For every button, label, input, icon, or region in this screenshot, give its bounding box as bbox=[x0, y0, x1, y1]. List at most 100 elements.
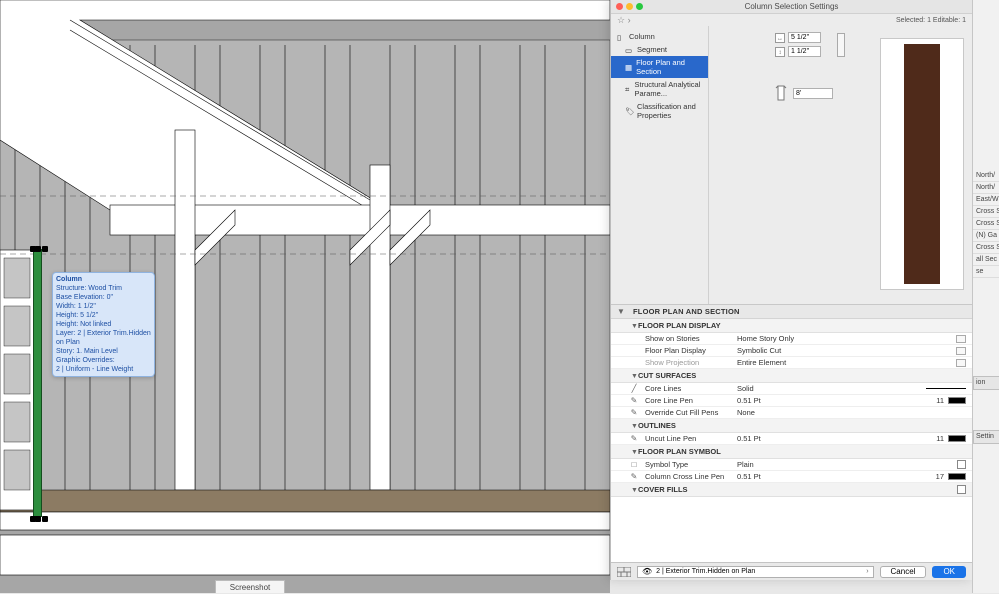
group-header[interactable]: ▼FLOOR PLAN SYMBOL bbox=[611, 445, 972, 459]
option-icon[interactable] bbox=[956, 347, 966, 355]
dialog-footer: 👁 2 | Exterior Trim.Hidden on Plan › Can… bbox=[611, 562, 972, 580]
chevron-right-icon: › bbox=[866, 568, 868, 575]
property-row[interactable]: Show on StoriesHome Story Only bbox=[611, 333, 972, 345]
navigator-palette-peek[interactable]: North/ North/ East/W Cross S Cross S (N)… bbox=[972, 0, 999, 593]
ok-button[interactable]: OK bbox=[932, 566, 966, 578]
property-value[interactable]: Home Story Only bbox=[737, 334, 956, 343]
column-preview[interactable] bbox=[880, 38, 964, 290]
disclosure-icon[interactable]: ▼ bbox=[631, 323, 638, 330]
peek-row[interactable]: (N) Ga bbox=[973, 230, 999, 242]
option-icon[interactable] bbox=[956, 335, 966, 343]
model-viewport[interactable]: Column Structure: Wood Trim Base Elevati… bbox=[0, 0, 610, 593]
row-icon: ✎ bbox=[627, 472, 641, 481]
peek-row[interactable]: all Sec bbox=[973, 254, 999, 266]
pen-swatch[interactable] bbox=[948, 473, 966, 480]
disclosure-icon[interactable]: ▼ bbox=[631, 423, 638, 430]
nav-column[interactable]: ▯Column bbox=[611, 30, 708, 43]
section-header-floor-plan[interactable]: ▼FLOOR PLAN AND SECTION bbox=[611, 305, 972, 319]
row-icon: □ bbox=[627, 460, 641, 469]
height-input[interactable] bbox=[793, 88, 833, 99]
group-header[interactable]: ▼CUT SURFACES bbox=[611, 369, 972, 383]
peek-row[interactable]: Cross S bbox=[973, 206, 999, 218]
nav-structural-analytical[interactable]: ⌗ Structural Analytical Parame... bbox=[611, 78, 708, 100]
option-icon[interactable] bbox=[956, 359, 966, 367]
checkbox[interactable] bbox=[957, 460, 966, 469]
peek-row[interactable]: Cross S bbox=[973, 242, 999, 254]
nav-floor-plan-section[interactable]: ▦ Floor Plan and Section bbox=[611, 56, 708, 78]
plan-icon: ▦ bbox=[625, 63, 632, 71]
property-value[interactable]: Symbolic Cut bbox=[737, 346, 956, 355]
property-row[interactable]: ✎Core Line Pen0.51 Pt11 bbox=[611, 395, 972, 407]
cover-fills-checkbox[interactable] bbox=[957, 485, 966, 494]
close-icon[interactable] bbox=[616, 3, 623, 10]
pen-swatch[interactable] bbox=[948, 435, 966, 442]
disclosure-icon[interactable]: ▼ bbox=[631, 487, 638, 494]
property-value[interactable]: Plain bbox=[737, 460, 957, 469]
selected-column-element[interactable] bbox=[34, 250, 41, 516]
selection-handle[interactable] bbox=[30, 246, 36, 252]
peek-row[interactable]: North/ bbox=[973, 170, 999, 182]
property-row[interactable]: □Symbol TypePlain bbox=[611, 459, 972, 471]
selection-handle[interactable] bbox=[42, 516, 48, 522]
width-input[interactable] bbox=[788, 32, 821, 43]
group-header[interactable]: ▼OUTLINES bbox=[611, 419, 972, 433]
property-row[interactable]: Floor Plan DisplaySymbolic Cut bbox=[611, 345, 972, 357]
tooltip-line: Graphic Overrides: bbox=[56, 356, 151, 365]
layer-combo[interactable]: 👁 2 | Exterior Trim.Hidden on Plan › bbox=[637, 566, 874, 578]
column-settings-dialog: Column Selection Settings ☆ › Selected: … bbox=[610, 0, 972, 580]
favorites-button[interactable]: ☆ › bbox=[617, 15, 631, 26]
peek-row[interactable]: East/W bbox=[973, 194, 999, 206]
property-row[interactable]: ╱Core LinesSolid bbox=[611, 383, 972, 395]
peek-tab[interactable]: ion bbox=[973, 376, 999, 390]
property-value[interactable]: 0.51 Pt bbox=[737, 472, 928, 481]
row-icon: ╱ bbox=[627, 384, 641, 393]
cancel-button[interactable]: Cancel bbox=[880, 566, 927, 578]
property-value[interactable]: Solid bbox=[737, 384, 926, 393]
nav-segment[interactable]: ▭Segment bbox=[611, 43, 708, 56]
property-value[interactable]: 0.51 Pt bbox=[737, 434, 928, 443]
zoom-icon[interactable] bbox=[636, 3, 643, 10]
row-icon: ✎ bbox=[627, 396, 641, 405]
nav-label: Classification and Properties bbox=[637, 102, 704, 120]
tooltip-title: Column bbox=[56, 275, 151, 284]
nav-classification[interactable]: 🏷 Classification and Properties bbox=[611, 100, 708, 122]
class-icon: 🏷 bbox=[625, 107, 633, 115]
line-style-sample[interactable] bbox=[926, 388, 966, 389]
property-value[interactable]: Entire Element bbox=[737, 358, 956, 367]
property-value[interactable]: None bbox=[737, 408, 966, 417]
property-row[interactable]: ✎Column Cross Line Pen0.51 Pt17 bbox=[611, 471, 972, 483]
selection-handle[interactable] bbox=[42, 246, 48, 252]
layer-brick-icon bbox=[617, 567, 631, 577]
peek-tab[interactable]: Settin bbox=[973, 430, 999, 444]
dialog-titlebar[interactable]: Column Selection Settings bbox=[611, 0, 972, 14]
property-value[interactable]: 0.51 Pt bbox=[737, 396, 928, 405]
property-row[interactable]: ✎Uncut Line Pen0.51 Pt11 bbox=[611, 433, 972, 445]
tooltip-line: 2 | Uniform - Line Weight bbox=[56, 365, 151, 374]
group-header[interactable]: ▼COVER FILLS bbox=[611, 483, 972, 497]
link-dimensions-toggle[interactable] bbox=[837, 33, 845, 57]
struct-icon: ⌗ bbox=[625, 85, 631, 93]
pen-swatch[interactable] bbox=[948, 397, 966, 404]
property-label: Uncut Line Pen bbox=[645, 434, 737, 443]
view-tab-screenshot[interactable]: Screenshot bbox=[215, 580, 285, 593]
tooltip-line: Width: 1 1/2" bbox=[56, 302, 151, 311]
selection-handle[interactable] bbox=[30, 516, 36, 522]
disclosure-icon[interactable]: ▼ bbox=[631, 373, 638, 380]
nav-label: Structural Analytical Parame... bbox=[635, 80, 704, 98]
disclosure-icon[interactable]: ▼ bbox=[617, 307, 625, 316]
selection-count-label: Selected: 1 Editable: 1 bbox=[896, 17, 966, 24]
disclosure-icon[interactable]: ▼ bbox=[631, 449, 638, 456]
nav-label: Floor Plan and Section bbox=[636, 58, 704, 76]
peek-row[interactable]: se bbox=[973, 266, 999, 278]
property-row[interactable]: ✎Override Cut Fill PensNone bbox=[611, 407, 972, 419]
property-label: Show Projection bbox=[645, 358, 737, 367]
peek-row[interactable]: Cross S bbox=[973, 218, 999, 230]
depth-input[interactable] bbox=[788, 46, 821, 57]
minimize-icon[interactable] bbox=[626, 3, 633, 10]
window-traffic-lights[interactable] bbox=[616, 3, 643, 10]
property-row[interactable]: Show ProjectionEntire Element bbox=[611, 357, 972, 369]
property-label: Core Line Pen bbox=[645, 396, 737, 405]
peek-row[interactable]: North/ bbox=[973, 182, 999, 194]
group-header[interactable]: ▼FLOOR PLAN DISPLAY bbox=[611, 319, 972, 333]
pen-index: 11 bbox=[928, 434, 948, 443]
